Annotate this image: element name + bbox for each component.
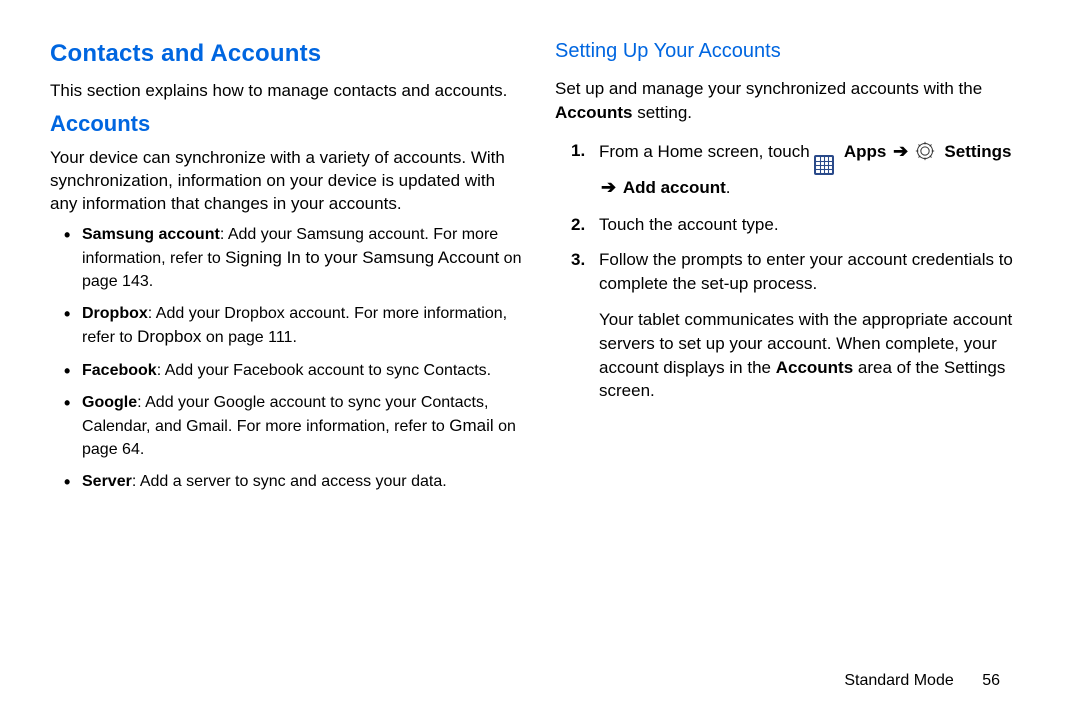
left-column: Contacts and Accounts This section expla…	[50, 40, 525, 504]
bullet-label: Samsung account	[82, 226, 220, 243]
add-account-label: Add account	[623, 178, 726, 197]
setup-intro: Set up and manage your synchronized acco…	[555, 77, 1030, 125]
bullet-facebook: Facebook: Add your Facebook account to s…	[68, 360, 525, 382]
setup-intro-bold: Accounts	[555, 103, 632, 122]
dot: .	[726, 178, 731, 197]
apps-label: Apps	[839, 142, 886, 161]
setup-intro-suffix: setting.	[632, 103, 692, 122]
bullet-label: Google	[82, 394, 137, 411]
step-text: From a Home screen, touch	[599, 142, 814, 161]
apps-icon	[814, 155, 834, 175]
bullet-dropbox: Dropbox: Add your Dropbox account. For m…	[68, 303, 525, 350]
page-footer: Standard Mode 56	[844, 672, 1000, 690]
bullet-ref: Dropbox	[137, 327, 201, 346]
bullet-label: Facebook	[82, 362, 157, 379]
heading-contacts-and-accounts: Contacts and Accounts	[50, 40, 525, 68]
bullet-ref: Signing In to your Samsung Account	[225, 248, 499, 267]
step-3: 3. Follow the prompts to enter your acco…	[579, 248, 1030, 296]
setup-followup: Your tablet communicates with the approp…	[555, 308, 1030, 403]
bullet-label: Server	[82, 473, 132, 490]
bullet-ref: Gmail	[449, 416, 493, 435]
bullet-text: : Add your Google account to sync your C…	[82, 394, 488, 435]
step-2: 2. Touch the account type.	[579, 213, 1030, 237]
bullet-samsung-account: Samsung account: Add your Samsung accoun…	[68, 224, 525, 293]
bullet-text: : Add a server to sync and access your d…	[132, 473, 447, 490]
accounts-description: Your device can synchronize with a varie…	[50, 147, 525, 216]
intro-text: This section explains how to manage cont…	[50, 80, 525, 103]
bullet-google: Google: Add your Google account to sync …	[68, 392, 525, 461]
heading-accounts: Accounts	[50, 111, 525, 137]
footer-page-number: 56	[982, 672, 1000, 689]
step-1: 1. From a Home screen, touch Apps ➔ Sett…	[579, 139, 1030, 201]
bullet-text: : Add your Facebook account to sync Cont…	[157, 362, 491, 379]
footer-mode: Standard Mode	[844, 672, 953, 689]
setup-intro-text: Set up and manage your synchronized acco…	[555, 79, 982, 98]
accounts-bullet-list: Samsung account: Add your Samsung accoun…	[50, 224, 525, 494]
step-number: 2.	[571, 213, 585, 237]
page-content: Contacts and Accounts This section expla…	[50, 40, 1030, 504]
step-number: 1.	[571, 139, 585, 163]
bullet-server: Server: Add a server to sync and access …	[68, 471, 525, 493]
settings-icon	[915, 141, 935, 161]
step-text: Touch the account type.	[599, 215, 779, 234]
arrow-icon: ➔	[891, 141, 910, 161]
followup-bold: Accounts	[776, 358, 853, 377]
settings-label: Settings	[940, 142, 1012, 161]
bullet-text-suffix: on page 111.	[201, 329, 297, 346]
arrow-icon: ➔	[599, 177, 618, 197]
bullet-label: Dropbox	[82, 305, 148, 322]
right-column: Setting Up Your Accounts Set up and mana…	[555, 40, 1030, 504]
step-number: 3.	[571, 248, 585, 272]
setup-steps: 1. From a Home screen, touch Apps ➔ Sett…	[555, 139, 1030, 296]
step-text: Follow the prompts to enter your account…	[599, 250, 1013, 293]
heading-setting-up-accounts: Setting Up Your Accounts	[555, 40, 1030, 63]
